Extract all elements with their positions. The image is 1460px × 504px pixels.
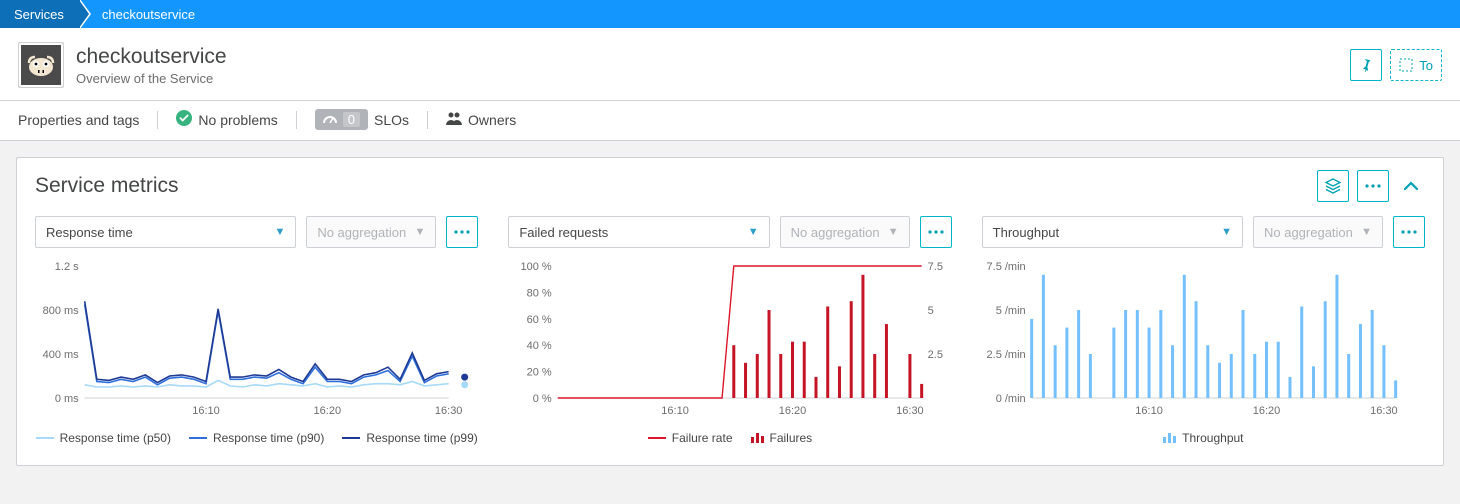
divider xyxy=(157,111,158,129)
svg-text:1.2 s: 1.2 s xyxy=(55,261,79,273)
breadcrumb-root[interactable]: Services xyxy=(0,0,80,28)
metric-dropdown[interactable]: Failed requests ▼ xyxy=(508,216,769,248)
check-icon xyxy=(176,110,192,130)
svg-text:40 %: 40 % xyxy=(527,340,552,352)
svg-text:16:30: 16:30 xyxy=(896,405,924,417)
svg-text:0 %: 0 % xyxy=(533,393,552,405)
breadcrumb-current[interactable]: checkoutservice xyxy=(80,0,211,28)
chevron-down-icon: ▼ xyxy=(888,226,899,238)
owners-link[interactable]: Owners xyxy=(446,111,516,128)
page-header: checkoutservice Overview of the Service … xyxy=(0,28,1460,101)
svg-text:400 ms: 400 ms xyxy=(43,349,80,361)
svg-text:16:20: 16:20 xyxy=(314,405,342,417)
toggle-button[interactable]: To xyxy=(1390,49,1442,81)
chart-legend: Throughput xyxy=(982,431,1425,445)
properties-and-tags[interactable]: Properties and tags xyxy=(18,112,139,128)
svg-text:16:20: 16:20 xyxy=(779,405,807,417)
more-button[interactable] xyxy=(1357,170,1389,202)
svg-text:16:10: 16:10 xyxy=(662,405,690,417)
svg-text:2.5: 2.5 xyxy=(928,349,943,361)
panel-title: Service metrics xyxy=(35,174,179,198)
header-actions: To xyxy=(1350,49,1442,81)
svg-text:16:10: 16:10 xyxy=(1135,405,1163,417)
page-title: checkoutservice xyxy=(76,45,227,69)
users-icon xyxy=(446,111,462,128)
svg-text:5 /min: 5 /min xyxy=(995,305,1025,317)
svg-text:16:30: 16:30 xyxy=(1370,405,1398,417)
aggregation-dropdown[interactable]: No aggregation ▼ xyxy=(306,216,436,248)
breadcrumb-root-label: Services xyxy=(14,7,64,22)
svg-text:0 ms: 0 ms xyxy=(55,393,79,405)
slo-count: 0 xyxy=(343,112,360,127)
chart-cell: Response time ▼ No aggregation ▼ 0 ms 400… xyxy=(35,216,478,445)
chart-cell: Throughput ▼ No aggregation ▼ 0 /min 2.5 … xyxy=(982,216,1425,445)
legend-item: Failures xyxy=(751,431,813,445)
chart-legend: Response time (p50) Response time (p90) … xyxy=(35,431,478,445)
legend-item: Failure rate xyxy=(648,431,733,445)
title-block: checkoutservice Overview of the Service xyxy=(76,45,227,86)
chart-more-button[interactable] xyxy=(446,216,478,248)
svg-text:80 %: 80 % xyxy=(527,287,552,299)
svg-text:16:30: 16:30 xyxy=(435,405,463,417)
chevron-down-icon: ▼ xyxy=(274,226,285,238)
svg-text:7.5: 7.5 xyxy=(928,261,943,273)
service-metrics-panel: Service metrics Response time ▼ No aggre… xyxy=(16,157,1444,466)
svg-text:16:20: 16:20 xyxy=(1252,405,1280,417)
legend-item: Throughput xyxy=(1163,431,1243,445)
chevron-down-icon: ▼ xyxy=(1221,226,1232,238)
divider xyxy=(427,111,428,129)
metric-dropdown[interactable]: Response time ▼ xyxy=(35,216,296,248)
svg-text:20 %: 20 % xyxy=(527,367,552,379)
chart-legend: Failure rate Failures xyxy=(508,431,951,445)
svg-text:100 %: 100 % xyxy=(521,261,552,273)
chart-cell: Failed requests ▼ No aggregation ▼ 0 % 20… xyxy=(508,216,951,445)
chevron-down-icon: ▼ xyxy=(748,226,759,238)
svg-text:7.5 /min: 7.5 /min xyxy=(986,261,1025,273)
breadcrumb: Services checkoutservice xyxy=(0,0,1460,28)
svg-text:5: 5 xyxy=(928,305,934,317)
chevron-down-icon: ▼ xyxy=(1361,226,1372,238)
chevron-down-icon: ▼ xyxy=(414,226,425,238)
toggle-button-label: To xyxy=(1419,58,1433,73)
gauge-icon xyxy=(323,112,337,127)
meta-bar: Properties and tags No problems 0 SLOs O… xyxy=(0,101,1460,141)
chart[interactable]: 0 /min 2.5 /min 5 /min 7.5 /min 16:10 16:20 16… xyxy=(982,260,1425,420)
svg-text:800 ms: 800 ms xyxy=(43,305,80,317)
slo-indicator[interactable]: 0 SLOs xyxy=(315,109,409,130)
legend-item: Response time (p99) xyxy=(342,431,477,445)
service-icon xyxy=(18,42,64,88)
problems-status[interactable]: No problems xyxy=(176,110,277,130)
divider xyxy=(296,111,297,129)
collapse-button[interactable] xyxy=(1397,172,1425,200)
legend-item: Response time (p50) xyxy=(36,431,171,445)
pin-button[interactable] xyxy=(1350,49,1382,81)
svg-text:2.5 /min: 2.5 /min xyxy=(986,349,1025,361)
svg-text:60 %: 60 % xyxy=(527,314,552,326)
svg-text:16:10: 16:10 xyxy=(192,405,220,417)
aggregation-dropdown[interactable]: No aggregation ▼ xyxy=(1253,216,1383,248)
page-subtitle: Overview of the Service xyxy=(76,71,227,86)
chart-more-button[interactable] xyxy=(920,216,952,248)
layers-button[interactable] xyxy=(1317,170,1349,202)
aggregation-dropdown[interactable]: No aggregation ▼ xyxy=(780,216,910,248)
chart[interactable]: 0 ms 400 ms 800 ms 1.2 s 16:10 16:20 16:30 xyxy=(35,260,478,420)
chart-more-button[interactable] xyxy=(1393,216,1425,248)
legend-item: Response time (p90) xyxy=(189,431,324,445)
chart[interactable]: 0 % 20 % 40 % 60 % 80 % 100 % 2.5 5 7.5 16:10 16:2… xyxy=(508,260,951,420)
breadcrumb-current-label: checkoutservice xyxy=(102,7,195,22)
metric-dropdown[interactable]: Throughput ▼ xyxy=(982,216,1243,248)
svg-text:0 /min: 0 /min xyxy=(995,393,1025,405)
